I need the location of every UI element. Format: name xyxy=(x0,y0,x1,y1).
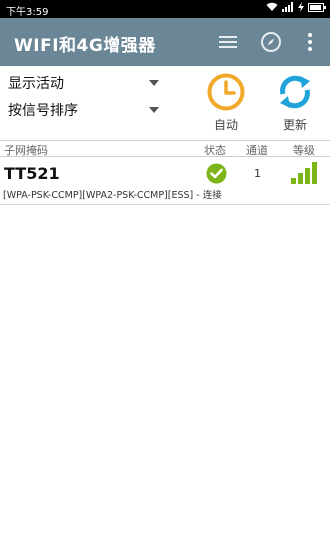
auto-button-label: 自动 xyxy=(213,118,238,132)
dropdown-arrow-icon xyxy=(149,80,159,86)
header-state: 状态 xyxy=(204,144,226,157)
header-ssid: 子网掩码 xyxy=(4,144,48,157)
wifi-icon xyxy=(266,2,278,11)
connected-check-icon xyxy=(206,163,227,184)
refresh-button[interactable]: 更新 xyxy=(270,72,320,140)
filter-dropdown[interactable]: 显示活动 xyxy=(8,70,163,96)
app-title: WIFI和4G增强器 xyxy=(14,36,156,56)
overflow-menu-button[interactable] xyxy=(298,30,322,54)
status-time: 下午3:59 xyxy=(6,7,49,18)
app-bar: WIFI和4G增强器 xyxy=(0,18,330,66)
sort-dropdown[interactable]: 按信号排序 xyxy=(8,97,163,123)
cell-signal-icon xyxy=(282,2,293,12)
charging-icon xyxy=(298,2,304,12)
signal-level-icon xyxy=(291,162,317,184)
list-icon xyxy=(219,36,237,48)
compass-icon xyxy=(261,32,281,52)
network-capabilities: [WPA-PSK-CCMP][WPA2-PSK-CCMP][ESS] - 连接 xyxy=(3,190,222,201)
table-header: 子网掩码 状态 通道 等级 xyxy=(0,140,330,157)
network-ssid: TT521 xyxy=(4,164,60,183)
header-level: 等级 xyxy=(293,144,315,157)
table-row[interactable]: TT521 [WPA-PSK-CCMP][WPA2-PSK-CCMP][ESS]… xyxy=(0,157,330,205)
filter-dropdown-label: 显示活动 xyxy=(8,76,64,92)
dropdown-arrow-icon xyxy=(149,107,159,113)
controls-panel: 显示活动 按信号排序 自动 更新 xyxy=(0,66,330,140)
status-icons xyxy=(266,2,326,12)
auto-button[interactable]: 自动 xyxy=(201,72,251,140)
status-bar: 下午3:59 xyxy=(0,0,330,18)
battery-icon xyxy=(308,2,326,12)
sort-dropdown-label: 按信号排序 xyxy=(8,103,78,119)
network-channel: 1 xyxy=(254,167,261,180)
list-button[interactable] xyxy=(216,30,240,54)
overflow-menu-icon xyxy=(308,33,312,51)
header-channel: 通道 xyxy=(246,144,268,157)
refresh-icon xyxy=(280,75,310,109)
refresh-button-label: 更新 xyxy=(282,118,307,132)
clock-icon xyxy=(207,73,245,111)
compass-button[interactable] xyxy=(259,30,283,54)
